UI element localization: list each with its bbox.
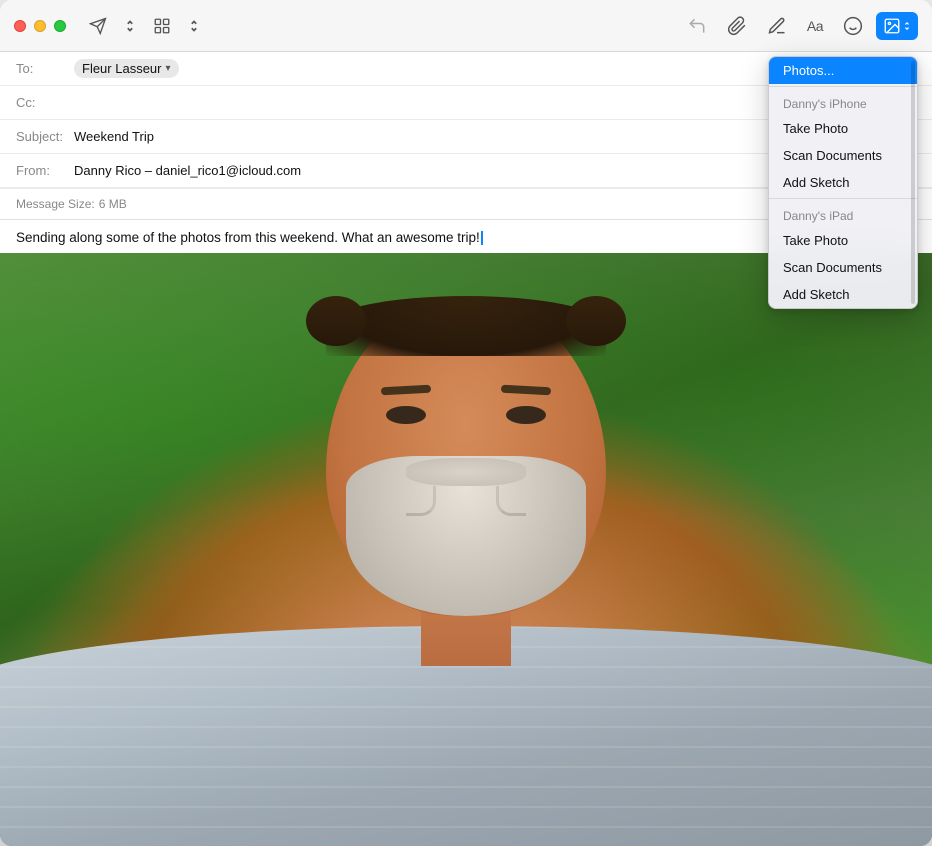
menu-item-add-sketch-2[interactable]: Add Sketch [769, 281, 917, 308]
menu-section-dannys-ipad: Danny's iPad [769, 201, 917, 227]
menu-item-take-photo-2[interactable]: Take Photo [769, 227, 917, 254]
menu-scrollbar[interactable] [911, 61, 915, 304]
mail-window: Aa [0, 0, 932, 846]
menu-item-take-photo-1[interactable]: Take Photo [769, 115, 917, 142]
menu-section-dannys-iphone: Danny's iPhone [769, 89, 917, 115]
from-label: From: [16, 163, 74, 178]
menu-divider-2 [769, 198, 917, 199]
traffic-lights [14, 20, 66, 32]
close-button[interactable] [14, 20, 26, 32]
menu-item-scan-docs-1[interactable]: Scan Documents [769, 142, 917, 169]
subject-label: Subject: [16, 129, 74, 144]
menu-item-photos[interactable]: Photos... [769, 57, 917, 84]
media-dropdown-menu: Photos... Danny's iPhone Take Photo Scan… [768, 56, 918, 309]
menu-item-scan-docs-2[interactable]: Scan Documents [769, 254, 917, 281]
attach-button[interactable] [720, 11, 754, 41]
send-button[interactable] [82, 12, 114, 40]
recipient-chip[interactable]: Fleur Lasseur ▾ [74, 59, 179, 78]
format-button[interactable] [146, 12, 178, 40]
media-insert-button[interactable] [876, 12, 918, 40]
toolbar-right: Aa [680, 11, 918, 41]
cc-label: Cc: [16, 95, 74, 110]
format-dropdown-button[interactable] [182, 12, 206, 40]
recipient-name: Fleur Lasseur [82, 61, 161, 76]
text-cursor [481, 231, 483, 245]
maximize-button[interactable] [54, 20, 66, 32]
message-size-label: Message Size: [16, 197, 95, 211]
to-label: To: [16, 61, 74, 76]
font-label: Aa [807, 18, 823, 34]
message-size-value: 6 MB [99, 197, 127, 211]
email-body: Sending along some of the photos from th… [0, 220, 932, 846]
photo-area [0, 253, 932, 846]
body-text: Sending along some of the photos from th… [16, 230, 480, 245]
chevron-down-icon: ▾ [165, 63, 170, 74]
send-dropdown-button[interactable] [118, 12, 142, 40]
menu-item-add-sketch-1[interactable]: Add Sketch [769, 169, 917, 196]
font-button[interactable]: Aa [800, 13, 830, 39]
from-value: Danny Rico – daniel_rico1@icloud.com [74, 163, 301, 178]
note-button[interactable] [760, 11, 794, 41]
reply-button[interactable] [680, 11, 714, 41]
minimize-button[interactable] [34, 20, 46, 32]
selfie-image [0, 253, 932, 846]
emoji-button[interactable] [836, 11, 870, 41]
menu-divider-1 [769, 86, 917, 87]
toolbar-left [82, 12, 206, 40]
titlebar: Aa [0, 0, 932, 52]
subject-value[interactable]: Weekend Trip [74, 129, 154, 144]
